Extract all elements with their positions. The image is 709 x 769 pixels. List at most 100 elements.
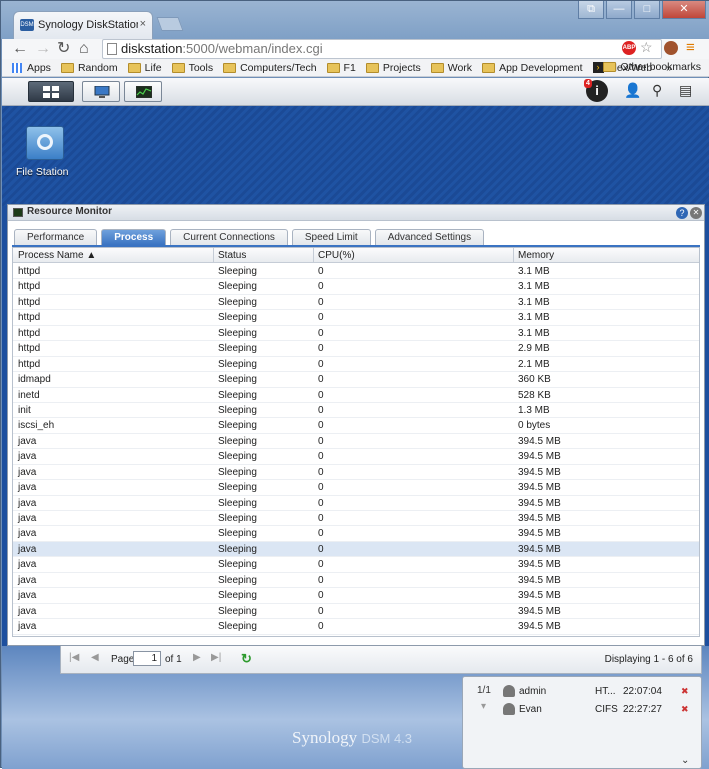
- table-row[interactable]: idmapd Sleeping 0 360 KB: [13, 372, 699, 388]
- first-page-icon[interactable]: |◀: [69, 652, 79, 663]
- home-icon[interactable]: ⌂: [79, 40, 89, 58]
- file-station-label[interactable]: File Station: [16, 166, 69, 178]
- window-close-icon[interactable]: ✕: [690, 207, 702, 219]
- notification-badge: 4: [584, 79, 592, 88]
- tab-performance[interactable]: Performance: [14, 229, 98, 245]
- main-menu-button[interactable]: [28, 81, 74, 102]
- bookmark-star-icon[interactable]: ☆: [640, 39, 653, 56]
- table-row[interactable]: java Sleeping 0 394.5 MB: [13, 511, 699, 527]
- maximize-button[interactable]: □: [634, 1, 660, 19]
- cell-cpu: 0: [318, 574, 324, 586]
- cell-cpu: 0: [318, 296, 324, 308]
- cell-cpu: 0: [318, 621, 324, 633]
- bookmark-apps[interactable]: Apps: [12, 62, 51, 74]
- bookmark-folder-life[interactable]: Life: [127, 62, 162, 74]
- table-row[interactable]: httpd Sleeping 0 2.9 MB: [13, 341, 699, 357]
- cell-memory: 3.1 MB: [518, 296, 550, 308]
- bookmark-folder-f1[interactable]: F1: [326, 62, 356, 74]
- connection-row[interactable]: Evan CIFS 22:27:27 ✖: [503, 701, 699, 717]
- back-icon[interactable]: ←: [12, 40, 28, 58]
- reload-icon[interactable]: ↻: [57, 40, 70, 58]
- refresh-icon[interactable]: ↻: [241, 651, 252, 667]
- table-row[interactable]: java Sleeping 0 394.5 MB: [13, 604, 699, 620]
- browser-tab[interactable]: DSM Synology DiskStation - Di ×: [13, 11, 153, 39]
- table-row[interactable]: init Sleeping 0 1.3 MB: [13, 403, 699, 419]
- notification-button[interactable]: i 4: [584, 79, 608, 102]
- tab-close-icon[interactable]: ×: [140, 18, 146, 30]
- table-row[interactable]: inetd Sleeping 0 528 KB: [13, 388, 699, 403]
- table-row[interactable]: java Sleeping 0 394.5 MB: [13, 619, 699, 635]
- table-row[interactable]: java Sleeping 0 394.5 MB: [13, 434, 699, 450]
- search-icon[interactable]: ⚲: [652, 82, 662, 99]
- cell-memory: 360 KB: [518, 374, 551, 386]
- cell-process-name: httpd: [18, 327, 41, 339]
- column-header-process-name[interactable]: Process Name ▲: [18, 250, 96, 261]
- tab-advanced-settings[interactable]: Advanced Settings: [374, 229, 485, 245]
- address-bar[interactable]: diskstation:5000/webman/index.cgi: [102, 39, 662, 59]
- table-row[interactable]: java Sleeping 0 394.5 MB: [13, 557, 699, 573]
- table-row[interactable]: httpd Sleeping 0 3.1 MB: [13, 310, 699, 326]
- table-row[interactable]: java Sleeping 0 394.5 MB: [13, 465, 699, 481]
- adblock-icon[interactable]: ABP: [622, 41, 636, 55]
- bookmark-folder-work[interactable]: Work: [430, 62, 472, 74]
- taskbar-file-station-button[interactable]: [82, 81, 120, 102]
- tab-process[interactable]: Process: [101, 229, 167, 245]
- table-row[interactable]: java Sleeping 0 394.5 MB: [13, 526, 699, 542]
- file-station-icon[interactable]: [26, 126, 64, 160]
- table-row[interactable]: httpd Sleeping 0 3.1 MB: [13, 295, 699, 311]
- help-icon[interactable]: ?: [676, 207, 688, 219]
- bookmark-folder-app-development[interactable]: App Development: [482, 62, 583, 74]
- table-row[interactable]: iscsi_eh Sleeping 0 0 bytes: [13, 418, 699, 434]
- widget-collapse-icon[interactable]: ⌄: [681, 755, 689, 766]
- widget-page-down-icon[interactable]: ▾: [481, 701, 486, 712]
- url-text: diskstation:5000/webman/index.cgi: [121, 41, 323, 56]
- minimize-button[interactable]: —: [606, 1, 632, 19]
- user-icon[interactable]: 👤: [624, 82, 641, 99]
- table-row[interactable]: java Sleeping 0 394.5 MB: [13, 480, 699, 496]
- other-bookmarks[interactable]: Other bookmarks: [603, 61, 701, 73]
- connection-row[interactable]: admin HT... 22:07:04 ✖: [503, 683, 699, 699]
- cell-status: Sleeping: [218, 266, 257, 277]
- synology-logo: Synology DSM 4.3: [292, 728, 413, 747]
- window-extra-icon[interactable]: ⧉: [578, 1, 604, 19]
- extension-icon[interactable]: [664, 41, 678, 55]
- forward-icon[interactable]: →: [35, 40, 51, 58]
- next-page-icon[interactable]: ▶: [193, 652, 201, 663]
- close-window-button[interactable]: ✕: [662, 1, 706, 19]
- tab-current-connections[interactable]: Current Connections: [170, 229, 288, 245]
- table-row[interactable]: java Sleeping 0 394.5 MB: [13, 449, 699, 465]
- new-tab-button[interactable]: [156, 17, 184, 31]
- cell-process-name: java: [18, 466, 37, 478]
- prev-page-icon[interactable]: ◀: [91, 652, 99, 663]
- last-page-icon[interactable]: ▶|: [211, 652, 221, 663]
- kick-connection-icon[interactable]: ✖: [681, 704, 689, 715]
- resource-monitor-titlebar[interactable]: Resource Monitor ? ✕: [8, 205, 704, 221]
- column-header-status[interactable]: Status: [218, 250, 246, 261]
- column-header-cpu[interactable]: CPU(%): [318, 250, 355, 261]
- cell-memory: 3.1 MB: [518, 312, 550, 324]
- page-count-label: of 1: [165, 654, 182, 665]
- table-row[interactable]: java Sleeping 0 394.5 MB: [13, 496, 699, 511]
- table-row[interactable]: httpd Sleeping 0 3.1 MB: [13, 279, 699, 295]
- cell-status: Sleeping: [218, 343, 257, 355]
- table-row[interactable]: httpd Sleeping 0 3.1 MB: [13, 326, 699, 342]
- tab-speed-limit[interactable]: Speed Limit: [291, 229, 371, 245]
- bookmark-folder-projects[interactable]: Projects: [365, 62, 421, 74]
- bookmark-folder-computers-tech[interactable]: Computers/Tech: [223, 62, 317, 74]
- chrome-menu-icon[interactable]: ≡: [686, 39, 695, 56]
- table-row[interactable]: httpd Sleeping 0 2.1 MB: [13, 357, 699, 373]
- page-input[interactable]: 1: [133, 651, 161, 666]
- column-header-memory[interactable]: Memory: [518, 250, 554, 261]
- bookmark-folder-random[interactable]: Random: [60, 62, 118, 74]
- bookmark-folder-tools[interactable]: Tools: [171, 62, 213, 74]
- widgets-icon[interactable]: ▤: [679, 82, 692, 99]
- taskbar-resource-monitor-button[interactable]: [124, 81, 162, 102]
- table-row[interactable]: java Sleeping 0 394.5 MB: [13, 573, 699, 589]
- table-row[interactable]: httpd Sleeping 0 3.1 MB: [13, 264, 699, 280]
- browser-toolbar: ← → ↻ ⌂ diskstation:5000/webman/index.cg…: [2, 39, 709, 59]
- cell-process-name: httpd: [18, 343, 41, 355]
- cell-process-name: java: [18, 513, 37, 524]
- table-row[interactable]: java Sleeping 0 394.5 MB: [13, 588, 699, 604]
- table-row[interactable]: java Sleeping 0 394.5 MB: [13, 541, 699, 558]
- kick-connection-icon[interactable]: ✖: [681, 686, 689, 697]
